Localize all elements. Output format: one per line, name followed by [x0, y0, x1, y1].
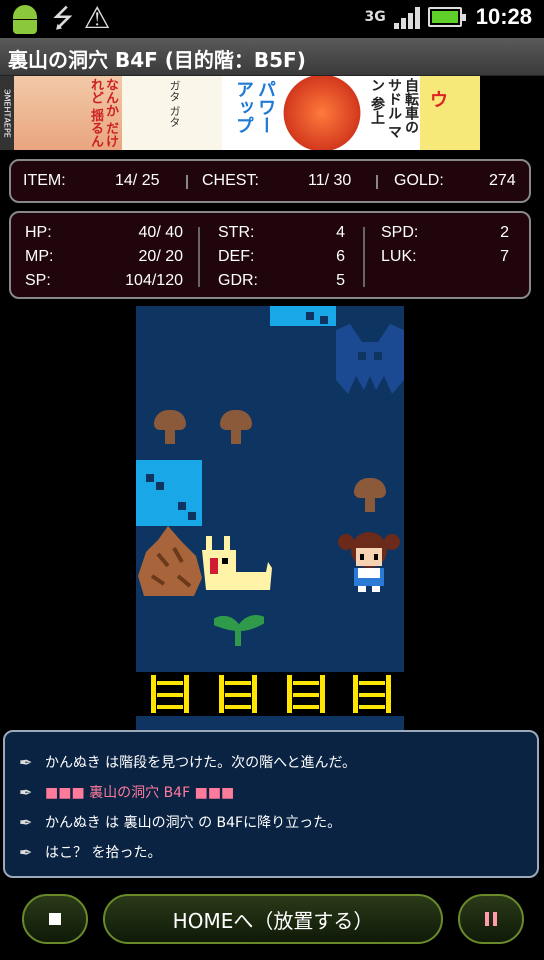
dungeon-map[interactable]: [136, 306, 404, 730]
title-bar: 裏山の洞穴 B4F (目的階：B5F): [0, 38, 544, 76]
spd-label: SPD:: [381, 224, 419, 241]
sp-value: 104/120: [125, 272, 183, 289]
ladder-icon: [286, 674, 326, 714]
warning-icon: ⚠: [83, 1, 111, 36]
rock-icon: [138, 526, 202, 596]
page-title: 裏山の洞穴 B4F (目的階：B5F): [8, 48, 306, 72]
def-label: DEF:: [218, 248, 255, 265]
gold-label: GOLD:: [394, 172, 444, 189]
divider: [198, 227, 200, 287]
item-label: ITEM:: [23, 172, 66, 189]
luk-value: 7: [500, 248, 509, 265]
home-button[interactable]: HOMEへ（放置する）: [103, 894, 443, 944]
log-line: ✒ かんぬき は 裏山の洞穴 の B4Fに降り立った。: [19, 812, 341, 832]
divider: [363, 227, 365, 287]
player-character-icon: [338, 532, 400, 592]
ad-power-panel: パワー アップ: [222, 76, 282, 150]
water-tile: [270, 306, 336, 326]
usb-icon: ⭍: [52, 4, 74, 34]
ad-last-text: ウ: [430, 90, 448, 111]
inventory-panel: ITEM: 14/ 25 CHEST: 11/ 30 GOLD: 274: [9, 159, 531, 203]
ad-banner[interactable]: ЭМЕНТАЕРЕ なんか だけれど 揺るん ガタ ガタ パワー アップ 自転車…: [0, 76, 480, 150]
ad-rider-text: ガタ ガタ: [168, 80, 181, 128]
hp-value: 40/ 40: [138, 224, 183, 241]
hp-label: HP:: [25, 224, 52, 241]
divider: [376, 175, 378, 189]
mp-label: MP:: [25, 248, 54, 265]
feather-icon: ✒: [19, 812, 33, 832]
log-line: ✒ はこ？ を拾った。: [19, 842, 161, 862]
ad-last-panel: ウ: [420, 76, 480, 150]
gdr-label: GDR:: [218, 272, 258, 289]
ad-bike-panel: 自転車の サドル マン 参上: [362, 76, 420, 150]
str-label: STR:: [218, 224, 255, 241]
mushroom-icon: [154, 410, 186, 446]
feather-icon: ✒: [19, 752, 33, 772]
clock: 10:28: [475, 4, 532, 29]
chest-label: CHEST:: [202, 172, 259, 189]
mushroom-icon: [354, 478, 386, 514]
log-text: かんぬき は 裏山の洞穴 の B4Fに降り立った。: [45, 815, 342, 831]
ladder-icon: [218, 674, 258, 714]
gold-value: 274: [489, 172, 516, 189]
bat-monster-icon: [336, 324, 404, 394]
chest-value: 11/ 30: [308, 172, 352, 189]
str-value: 4: [336, 224, 345, 241]
feather-icon: ✒: [19, 782, 33, 802]
ad-side-label: ЭМЕНТАЕРЕ: [0, 76, 14, 150]
message-log[interactable]: ✒ かんぬき は階段を見つけた。次の階へと進んだ。 ✒ ■■■ 裏山の洞穴 B4…: [3, 730, 539, 878]
log-line: ✒ ■■■ 裏山の洞穴 B4F ■■■: [19, 782, 234, 802]
android-icon: [8, 3, 42, 35]
mp-value: 20/ 20: [138, 248, 183, 265]
feather-icon: ✒: [19, 842, 33, 862]
slug-monster-icon: [202, 536, 272, 590]
ladder-icon: [352, 674, 392, 714]
home-button-label: HOMEへ（放置する）: [172, 908, 374, 933]
ad-monster-image: [282, 76, 362, 150]
ad-bike-text: 自転車の サドル マン 参上: [369, 78, 419, 139]
pause-button[interactable]: [458, 894, 524, 944]
luk-label: LUK:: [381, 248, 417, 265]
ad-rider-panel: ガタ ガタ: [122, 76, 222, 150]
def-value: 6: [336, 248, 345, 265]
log-text: ■■■ 裏山の洞穴 B4F ■■■: [45, 785, 235, 801]
ad-girl-text: なんか だけれど 揺るん: [88, 78, 118, 148]
stop-icon: [49, 913, 61, 925]
divider: [186, 175, 188, 189]
signal-icon: [393, 5, 420, 29]
network-type: 3G: [364, 9, 386, 25]
item-value: 14/ 25: [115, 172, 160, 189]
log-text: かんぬき は階段を見つけた。次の階へと進んだ。: [45, 755, 357, 771]
water-tile: [136, 460, 202, 526]
pause-icon: [485, 912, 497, 926]
stop-button[interactable]: [22, 894, 88, 944]
ad-power-text: パワー アップ: [233, 80, 276, 134]
battery-icon: [427, 7, 466, 27]
log-text: はこ？ を拾った。: [45, 845, 162, 861]
sp-label: SP:: [25, 272, 51, 289]
ladder-icon: [150, 674, 190, 714]
log-line: ✒ かんぬき は階段を見つけた。次の階へと進んだ。: [19, 752, 356, 772]
gdr-value: 5: [336, 272, 345, 289]
status-bar: ⭍ ⚠ 3G 10:28: [0, 0, 544, 38]
sprout-icon: [214, 615, 264, 646]
spd-value: 2: [500, 224, 509, 241]
ad-girl-panel: なんか だけれど 揺るん: [14, 76, 122, 150]
mushroom-icon: [220, 410, 252, 446]
stats-panel: HP: 40/ 40 MP: 20/ 20 SP: 104/120 STR: 4…: [9, 211, 531, 299]
